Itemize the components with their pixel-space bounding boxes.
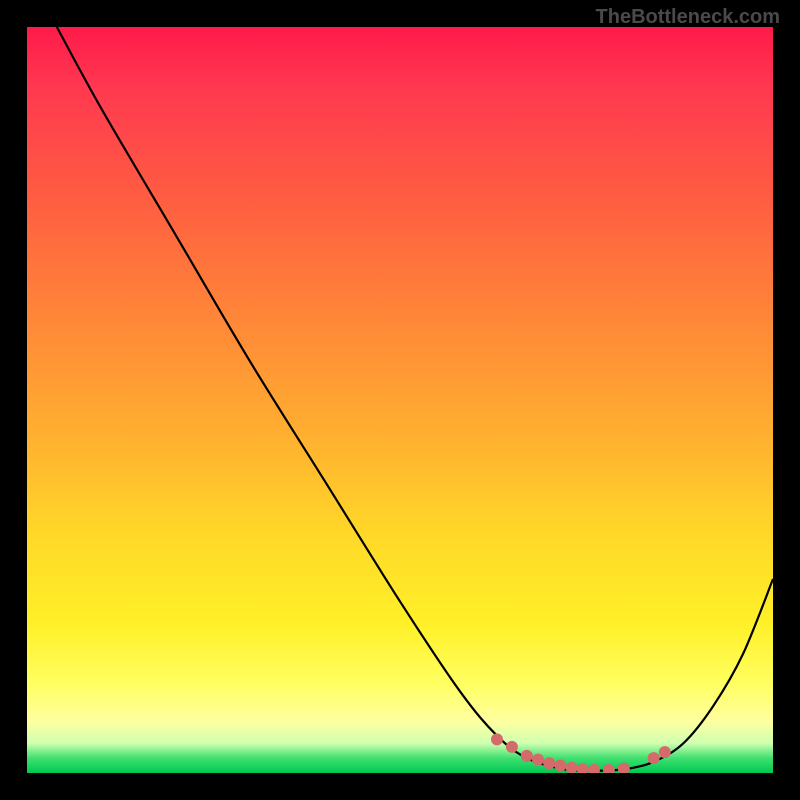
marker-dot	[491, 733, 503, 745]
marker-dot	[618, 763, 630, 773]
marker-dot	[659, 746, 671, 758]
marker-dot	[506, 741, 518, 753]
chart-svg	[27, 27, 773, 773]
marker-dot	[588, 764, 600, 773]
marker-dot	[603, 764, 615, 773]
watermark-text: TheBottleneck.com	[596, 6, 780, 29]
marker-dot	[532, 754, 544, 766]
marker-dot	[543, 757, 555, 769]
marker-dot	[648, 752, 660, 764]
marker-dot	[577, 763, 589, 773]
plot-area	[27, 27, 773, 773]
marker-dot	[566, 762, 578, 773]
marker-dot	[554, 760, 566, 772]
bottleneck-curve	[57, 27, 773, 771]
marker-dot	[521, 750, 533, 762]
